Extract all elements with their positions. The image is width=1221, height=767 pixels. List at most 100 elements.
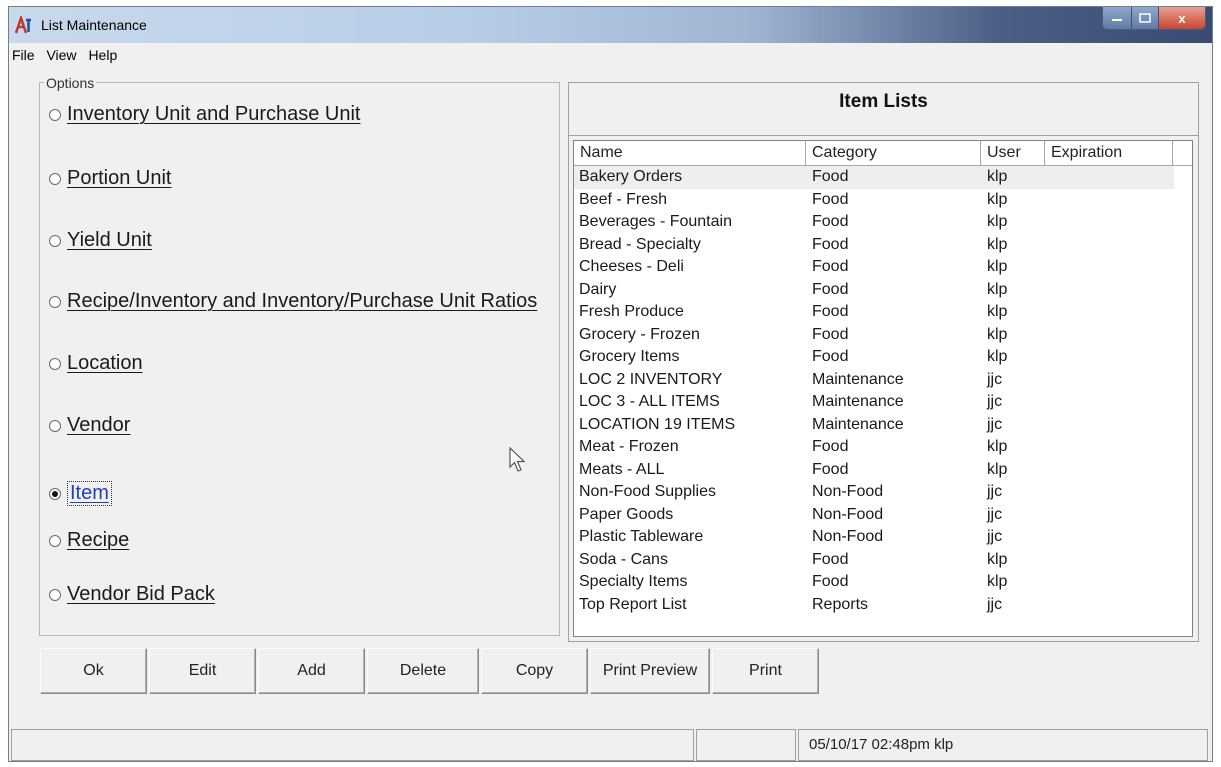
- option-recipe[interactable]: Recipe: [49, 529, 129, 552]
- column-header-category[interactable]: Category: [806, 141, 981, 165]
- close-icon: x: [1178, 10, 1186, 26]
- cell-category: Non-Food: [812, 483, 884, 500]
- item-lists-header: Item Lists: [569, 83, 1198, 136]
- title-bar[interactable]: List Maintenance x: [9, 7, 1212, 43]
- maximize-button[interactable]: [1132, 7, 1159, 29]
- option-portion-unit[interactable]: Portion Unit: [49, 167, 172, 190]
- table-row[interactable]: Bakery Orders Food klp: [574, 166, 1174, 189]
- menu-help[interactable]: Help: [84, 43, 121, 63]
- table-row[interactable]: Specialty Items Food klp: [574, 571, 1192, 594]
- option-vendor[interactable]: Vendor: [49, 414, 130, 437]
- cell-user: klp: [987, 460, 1008, 478]
- menu-file[interactable]: File: [9, 43, 39, 63]
- delete-button[interactable]: Delete: [367, 648, 479, 694]
- cell-category: Food: [812, 438, 849, 455]
- cell-name: Cheeses - Deli: [579, 258, 684, 275]
- cell-user: klp: [987, 325, 1008, 343]
- cell-user: jjc: [987, 393, 1003, 410]
- option-yield-unit[interactable]: Yield Unit: [49, 229, 152, 252]
- table-row[interactable]: Grocery Items Food klp: [574, 346, 1192, 369]
- table-row[interactable]: Beverages - Fountain Food klp: [574, 211, 1192, 234]
- minimize-button[interactable]: [1103, 7, 1132, 29]
- cell-name: Plastic Tableware: [579, 528, 704, 545]
- table-row[interactable]: Dairy Food klp: [574, 279, 1192, 302]
- status-bar: 05/10/17 02:48pm klp: [9, 729, 1212, 761]
- table-row[interactable]: Fresh Produce Food klp: [574, 301, 1192, 324]
- table-row[interactable]: Plastic Tableware Non-Food jjc: [574, 526, 1192, 549]
- item-lists-table[interactable]: Name Category User Expiration Bakery Ord…: [573, 140, 1193, 637]
- list-maintenance-window: List Maintenance x File View Help Option…: [8, 6, 1213, 762]
- table-row[interactable]: Non-Food Supplies Non-Food jjc: [574, 481, 1192, 504]
- table-row[interactable]: Paper Goods Non-Food jjc: [574, 504, 1192, 527]
- option-label: Vendor: [67, 414, 131, 436]
- copy-button[interactable]: Copy: [481, 648, 588, 694]
- option-label: Vendor Bid Pack: [67, 583, 215, 605]
- option-label: Recipe/Inventory and Inventory/Purchase …: [67, 290, 538, 312]
- table-row[interactable]: LOC 2 INVENTORY Maintenance jjc: [574, 369, 1192, 392]
- cell-category: Reports: [812, 595, 869, 613]
- radio-button[interactable]: [49, 108, 61, 121]
- ok-button[interactable]: Ok: [40, 648, 147, 694]
- cell-category: Food: [812, 303, 849, 320]
- cell-user: klp: [987, 280, 1008, 298]
- option-location[interactable]: Location: [49, 352, 143, 375]
- option-label: Inventory Unit and Purchase Unit: [67, 103, 361, 125]
- cell-user: klp: [987, 190, 1008, 208]
- option-unit-ratios[interactable]: Recipe/Inventory and Inventory/Purchase …: [49, 290, 537, 313]
- radio-button[interactable]: [49, 234, 61, 247]
- window-title: List Maintenance: [41, 17, 147, 33]
- radio-button-checked[interactable]: [49, 487, 61, 500]
- column-header-expiration[interactable]: Expiration: [1045, 141, 1173, 165]
- radio-button[interactable]: [49, 419, 61, 432]
- radio-button[interactable]: [49, 172, 61, 185]
- column-header-user[interactable]: User: [981, 141, 1045, 165]
- table-row[interactable]: Meats - ALL Food klp: [574, 459, 1192, 482]
- print-preview-button[interactable]: Print Preview: [590, 648, 710, 694]
- option-inventory-purchase-unit[interactable]: Inventory Unit and Purchase Unit: [49, 103, 361, 126]
- radio-button[interactable]: [49, 588, 61, 601]
- table-row[interactable]: Beef - Fresh Food klp: [574, 189, 1192, 212]
- cell-category: Maintenance: [812, 370, 904, 388]
- menu-bar: File View Help: [9, 43, 1212, 65]
- app-logo-icon: [15, 16, 31, 34]
- cell-name: Bread - Specialty: [579, 235, 701, 253]
- option-label: Item: [67, 481, 112, 506]
- close-button[interactable]: x: [1159, 7, 1205, 29]
- edit-button[interactable]: Edit: [149, 648, 256, 694]
- cell-name: Top Report List: [579, 595, 687, 613]
- cell-user: klp: [987, 258, 1008, 275]
- cell-category: Food: [812, 550, 849, 568]
- cell-user: klp: [987, 438, 1008, 455]
- table-row[interactable]: LOCATION 19 ITEMS Maintenance jjc: [574, 414, 1192, 437]
- window-controls: x: [1102, 7, 1206, 30]
- table-row[interactable]: Bread - Specialty Food klp: [574, 234, 1192, 257]
- table-row[interactable]: Top Report List Reports jjc: [574, 594, 1192, 617]
- table-row[interactable]: Meat - Frozen Food klp: [574, 436, 1192, 459]
- print-button[interactable]: Print: [712, 648, 819, 694]
- table-row[interactable]: Grocery - Frozen Food klp: [574, 324, 1192, 347]
- cell-category: Maintenance: [812, 415, 904, 433]
- cell-user: jjc: [987, 370, 1003, 388]
- option-vendor-bid-pack[interactable]: Vendor Bid Pack: [49, 583, 215, 606]
- cell-user: klp: [987, 235, 1008, 253]
- cell-name: Specialty Items: [579, 573, 688, 590]
- table-row[interactable]: Soda - Cans Food klp: [574, 549, 1192, 572]
- radio-button[interactable]: [49, 357, 61, 370]
- cell-user: jjc: [987, 505, 1003, 523]
- radio-button[interactable]: [49, 295, 61, 308]
- menu-view[interactable]: View: [42, 43, 80, 63]
- radio-button[interactable]: [49, 534, 61, 547]
- column-header-name[interactable]: Name: [574, 141, 806, 165]
- cell-name: Dairy: [579, 280, 617, 298]
- cell-name: Beef - Fresh: [579, 190, 668, 208]
- table-row[interactable]: Cheeses - Deli Food klp: [574, 256, 1192, 279]
- cell-category: Food: [812, 258, 849, 275]
- mouse-pointer-icon: [509, 447, 526, 472]
- action-buttons: Ok Edit Add Delete Copy Print Preview Pr…: [40, 648, 821, 694]
- table-row[interactable]: LOC 3 - ALL ITEMS Maintenance jjc: [574, 391, 1192, 414]
- option-item[interactable]: Item: [49, 481, 112, 506]
- cell-name: Beverages - Fountain: [579, 213, 732, 230]
- cell-category: Food: [812, 213, 849, 230]
- add-button[interactable]: Add: [258, 648, 365, 694]
- option-label: Recipe: [67, 529, 130, 551]
